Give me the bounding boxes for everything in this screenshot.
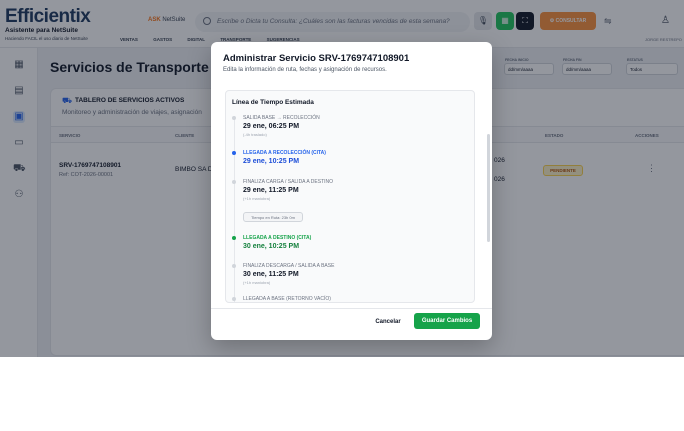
timeline-label: SALIDA BASE → RECOLECCIÓN <box>243 115 320 121</box>
timeline-label: LLEGADA A BASE (RETORNO VACÍO) <box>243 296 331 302</box>
timeline-time: 29 ene, 11:25 PM <box>243 187 299 194</box>
modal-title: Administrar Servicio SRV-1769747108901 <box>223 53 410 64</box>
timeline-label: FINALIZA DESCARGA / SALIDA A BASE <box>243 263 335 269</box>
timeline-dot <box>232 180 236 184</box>
timeline-note: (-4h traslado) <box>243 132 267 137</box>
timeline-dot <box>232 264 236 268</box>
timeline-dot <box>232 151 236 155</box>
blank-area <box>0 357 684 431</box>
transit-time-chip: Tiempo en Ruta: 23h 0m <box>243 212 303 222</box>
timeline-dot <box>232 116 236 120</box>
app-window: Efficientix Asistente para NetSuite Haci… <box>0 0 684 357</box>
cancel-button[interactable]: Cancelar <box>367 314 409 329</box>
timeline-time: 29 ene, 10:25 PM <box>243 158 300 165</box>
timeline-dot <box>232 297 236 301</box>
modal-subtitle: Edita la información de ruta, fechas y a… <box>223 67 387 73</box>
edit-service-modal: Administrar Servicio SRV-1769747108901 E… <box>211 42 492 340</box>
timeline-scrollbar[interactable] <box>487 134 490 242</box>
timeline-label: LLEGADA A RECOLECCIÓN (CITA) <box>243 150 326 156</box>
timeline-dot <box>232 236 236 240</box>
timeline-label: FINALIZA CARGA / SALIDA A DESTINO <box>243 179 334 185</box>
timeline-line <box>234 116 235 302</box>
timeline-time: 30 ene, 11:25 PM <box>243 271 299 278</box>
timeline-label: LLEGADA A DESTINO (CITA) <box>243 235 312 241</box>
timeline-heading: Línea de Tiempo Estimada <box>232 99 314 106</box>
timeline-time: 29 ene, 06:25 PM <box>243 123 300 130</box>
modal-footer-divider <box>211 308 492 309</box>
timeline-note: (+1h maniobra) <box>243 280 271 285</box>
timeline-note: (+1h maniobra) <box>243 196 271 201</box>
timeline-time: 30 ene, 10:25 PM <box>243 243 300 250</box>
save-changes-button[interactable]: Guardar Cambios <box>414 313 480 329</box>
timeline-panel[interactable]: Línea de Tiempo Estimada SALIDA BASE → R… <box>225 90 475 303</box>
